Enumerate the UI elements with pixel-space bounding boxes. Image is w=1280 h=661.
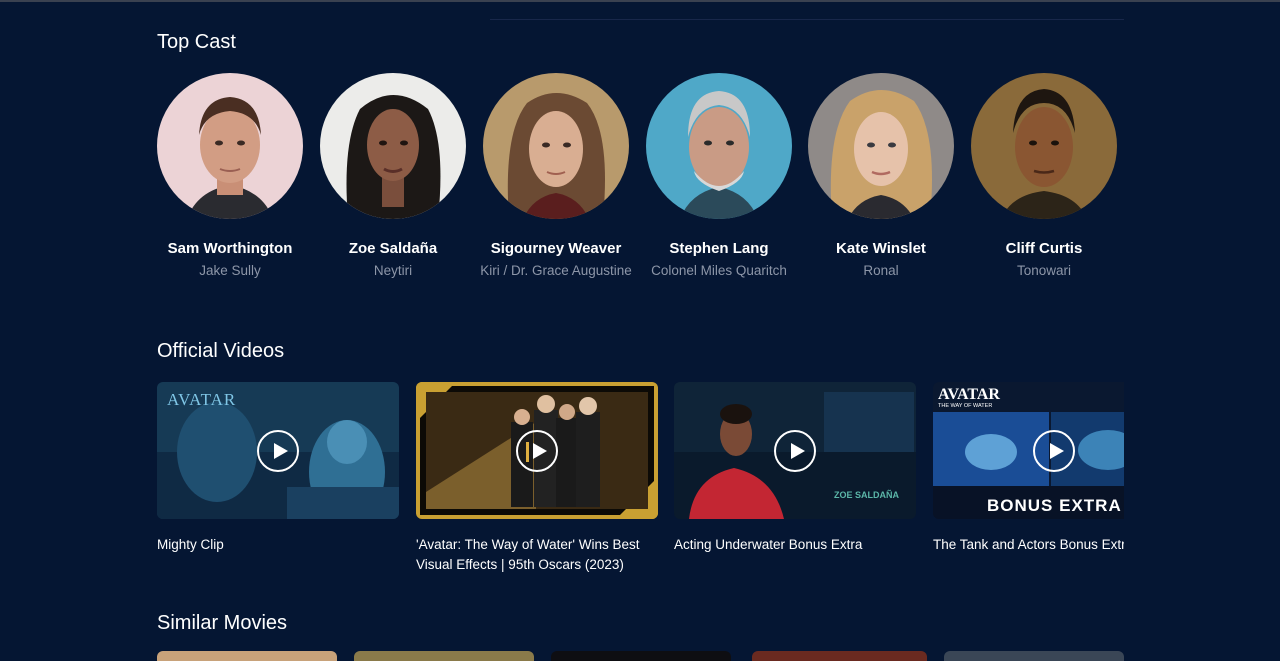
video-overlay-text: ZOE SALDAÑA [834,490,900,500]
cast-role: Kiri / Dr. Grace Augustine [480,263,632,278]
similar-movie-poster[interactable] [354,651,534,661]
video-subtitle-text: THE WAY OF WATER [938,403,992,409]
video-title[interactable]: Acting Underwater Bonus Extra [674,535,916,555]
cast-name[interactable]: Cliff Curtis [951,240,1137,257]
video-badge-text: BONUS EXTRA [987,496,1122,515]
video-thumbnail[interactable]: ZOE SALDAÑA [674,382,916,519]
video-title[interactable]: 'Avatar: The Way of Water' Wins Best Vis… [416,535,658,575]
cast-photo[interactable] [808,73,954,219]
cast-photo[interactable] [320,73,466,219]
similar-movie-poster[interactable] [752,651,927,661]
video-card[interactable]: AVATAR THE WAY OF WATER BONUS EXTRA The … [933,382,1124,555]
cast-photo[interactable] [157,73,303,219]
video-logo-text: AVATAR [167,390,236,409]
cast-role: Neytiri [373,263,413,278]
header-divider [490,19,1124,20]
official-videos-heading: Official Videos [157,340,285,362]
cast-role: Ronal [863,263,899,278]
cast-card[interactable]: Sigourney Weaver Kiri / Dr. Grace August… [480,73,632,281]
cast-photo[interactable] [971,73,1117,219]
cast-name[interactable]: Sigourney Weaver [463,240,649,257]
play-icon[interactable] [516,430,558,472]
top-cast-heading: Top Cast [157,31,236,53]
cast-role: Colonel Miles Quaritch [651,263,787,278]
video-card[interactable]: ZOE SALDAÑA Acting Underwater Bonus Extr… [674,382,916,555]
top-divider [0,0,1280,2]
video-thumbnail[interactable]: AVATAR [157,382,399,519]
cast-card[interactable]: Stephen Lang Colonel Miles Quaritch [646,73,792,281]
cast-name[interactable]: Zoe Saldaña [300,240,486,257]
similar-movie-poster[interactable] [157,651,337,661]
cast-role: Jake Sully [199,263,261,278]
play-icon[interactable] [257,430,299,472]
cast-role: Tonowari [1016,263,1072,278]
video-list: AVATAR Mighty Clip 'Avatar: The Way of W… [157,382,1124,582]
similar-movie-poster[interactable] [944,651,1124,661]
cast-name[interactable]: Stephen Lang [626,240,812,257]
video-thumbnail[interactable]: AVATAR THE WAY OF WATER BONUS EXTRA [933,382,1124,519]
cast-name[interactable]: Kate Winslet [788,240,974,257]
similar-movies-heading: Similar Movies [157,612,288,634]
cast-name[interactable]: Sam Worthington [137,240,323,257]
video-title[interactable]: The Tank and Actors Bonus Extra [933,535,1124,555]
cast-photo[interactable] [483,73,629,219]
cast-card[interactable]: Sam Worthington Jake Sully [157,73,303,281]
movie-details-page: Top Cast Sam Worthington Jake Sully Zoe … [0,0,1280,661]
similar-movies-list [157,651,1124,661]
cast-photo[interactable] [646,73,792,219]
video-card[interactable]: 'Avatar: The Way of Water' Wins Best Vis… [416,382,658,575]
cast-card[interactable]: Cliff Curtis Tonowari [971,73,1117,281]
play-icon[interactable] [1033,430,1075,472]
video-logo-text: AVATAR [938,386,1000,403]
video-card[interactable]: AVATAR Mighty Clip [157,382,399,555]
video-thumbnail[interactable] [416,382,658,519]
similar-movie-poster[interactable] [551,651,731,661]
video-title[interactable]: Mighty Clip [157,535,399,555]
play-icon[interactable] [774,430,816,472]
cast-card[interactable]: Zoe Saldaña Neytiri [320,73,466,281]
cast-card[interactable]: Kate Winslet Ronal [808,73,954,281]
